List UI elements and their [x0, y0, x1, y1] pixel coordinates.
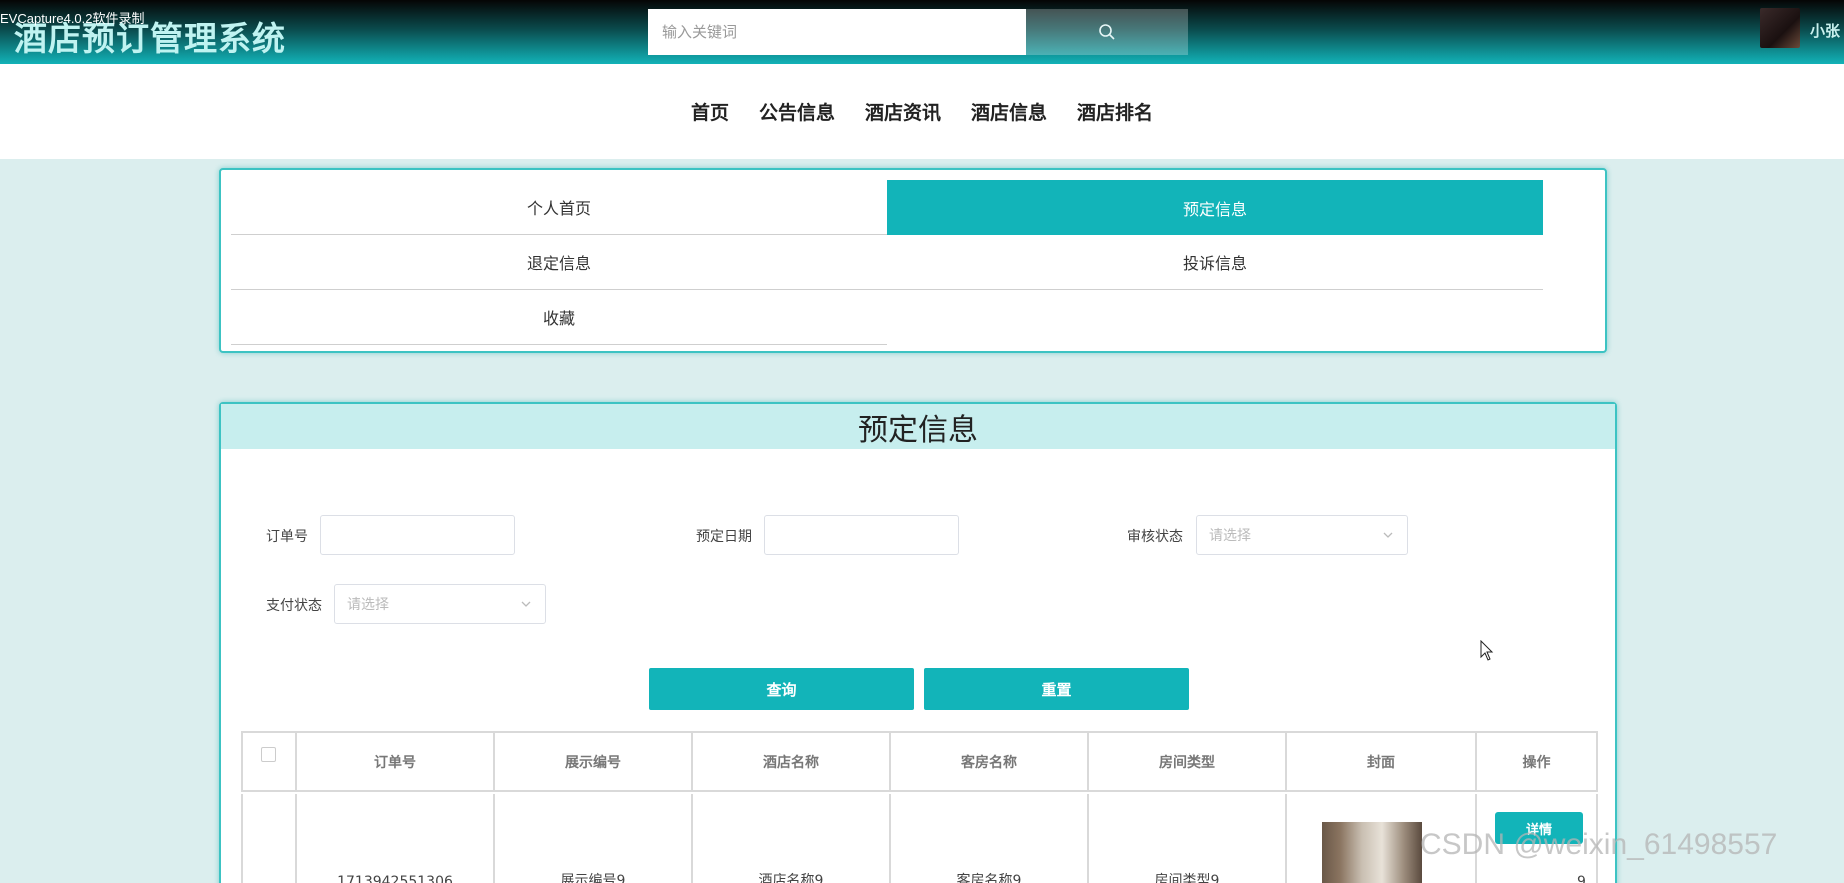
- audit-status-select[interactable]: 请选择: [1196, 515, 1408, 555]
- pay-status-label: 支付状态: [266, 598, 322, 614]
- cell-order-no: 1713942551306: [297, 794, 495, 883]
- query-button[interactable]: 查询: [649, 668, 914, 710]
- audit-status-placeholder: 请选择: [1209, 528, 1251, 544]
- pay-status-select[interactable]: 请选择: [334, 584, 546, 624]
- user-center-tabs: 个人首页 预定信息 退定信息 投诉信息 收藏: [219, 168, 1607, 353]
- reset-button[interactable]: 重置: [924, 668, 1189, 710]
- search-button[interactable]: [1026, 9, 1188, 55]
- tab-favorites[interactable]: 收藏: [231, 290, 887, 345]
- order-no-input[interactable]: [320, 515, 515, 555]
- chevron-down-icon: [521, 601, 531, 607]
- nav-item-home[interactable]: 首页: [691, 98, 729, 125]
- cell-display-no: 展示编号9: [495, 794, 693, 883]
- select-all-cell: [243, 733, 297, 790]
- col-room-type: 房间类型: [1089, 733, 1287, 790]
- search-icon: [1099, 24, 1115, 40]
- order-no-label: 订单号: [266, 529, 308, 545]
- cover-thumbnail[interactable]: [1322, 822, 1422, 883]
- mouse-cursor-icon: [1480, 640, 1494, 661]
- nav-item-hotel-news[interactable]: 酒店资讯: [865, 98, 941, 125]
- search-input[interactable]: [648, 9, 1026, 55]
- recorder-label: EVCapture4.0.2软件录制: [0, 11, 145, 26]
- nav-item-hotel-ranking[interactable]: 酒店排名: [1077, 98, 1153, 125]
- cell-extra: 9: [1577, 874, 1586, 883]
- col-display-no: 展示编号: [495, 733, 693, 790]
- table-row: 1713942551306 展示编号9 酒店名称9 客房名称9 房间类型9 详情…: [241, 794, 1598, 883]
- top-header: 酒店预订管理系统 EVCapture4.0.2软件录制 小张: [0, 0, 1844, 64]
- main-nav: 首页 公告信息 酒店资讯 酒店信息 酒店排名: [0, 64, 1844, 159]
- cell-hotel-name: 酒店名称9: [693, 794, 891, 883]
- tab-profile[interactable]: 个人首页: [231, 180, 887, 235]
- watermark: CSDN @weixin_61498557: [1420, 828, 1778, 861]
- chevron-down-icon: [1383, 532, 1393, 538]
- row-select-cell[interactable]: [243, 794, 297, 883]
- tab-reservations[interactable]: 预定信息: [887, 180, 1543, 235]
- date-label: 预定日期: [696, 529, 752, 545]
- cell-room-type: 房间类型9: [1089, 794, 1287, 883]
- reservation-title: 预定信息: [221, 404, 1615, 449]
- table-header: 订单号 展示编号 酒店名称 客房名称 房间类型 封面 操作: [241, 731, 1598, 792]
- col-order-no: 订单号: [297, 733, 495, 790]
- select-all-checkbox[interactable]: [261, 747, 276, 762]
- nav-item-announcements[interactable]: 公告信息: [759, 98, 835, 125]
- col-hotel-name: 酒店名称: [693, 733, 891, 790]
- tab-cancellations[interactable]: 退定信息: [231, 235, 887, 290]
- cell-room-name: 客房名称9: [891, 794, 1089, 883]
- audit-status-label: 审核状态: [1127, 529, 1183, 545]
- col-room-name: 客房名称: [891, 733, 1089, 790]
- search-bar: [648, 9, 1188, 55]
- nav-item-hotel-info[interactable]: 酒店信息: [971, 98, 1047, 125]
- pay-status-placeholder: 请选择: [347, 597, 389, 613]
- col-cover: 封面: [1287, 733, 1477, 790]
- username[interactable]: 小张: [1810, 20, 1840, 41]
- date-input[interactable]: [764, 515, 959, 555]
- avatar[interactable]: [1760, 8, 1800, 48]
- reservation-panel: 预定信息 订单号 预定日期 审核状态 请选择 支付状态 请选择 查询 重置 订单…: [219, 402, 1617, 883]
- col-actions: 操作: [1522, 754, 1551, 771]
- tab-complaints[interactable]: 投诉信息: [887, 235, 1543, 290]
